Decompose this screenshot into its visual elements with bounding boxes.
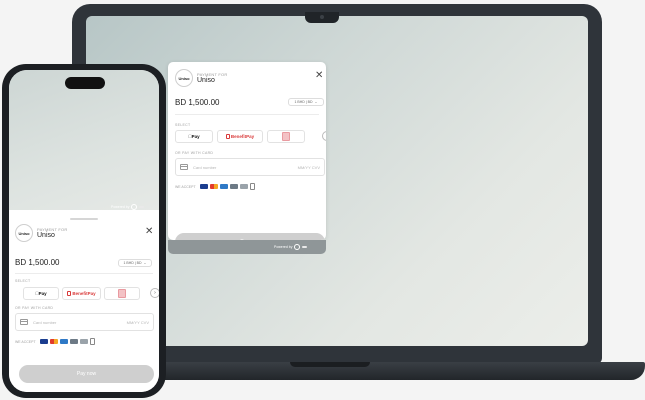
phone-card-number-placeholder: Card number	[33, 319, 57, 325]
phone-benefit-card-icon	[69, 339, 78, 344]
phone-we-accept-label: WE ACCEPT	[15, 339, 36, 344]
card-section-label: OR PAY WITH CARD	[175, 151, 214, 155]
apple-pay-label: Pay	[189, 134, 200, 139]
card-wallet-button[interactable]	[267, 130, 305, 143]
phone-provider-wordmark	[139, 206, 145, 208]
phone-screen: Powered by Uniso PAYMENT FOR Uniso ✕ BD …	[9, 70, 159, 392]
phone-benefit-pay-icon	[67, 291, 72, 296]
phone-powered-bar: Powered by	[9, 200, 159, 214]
sheet-drag-handle[interactable]	[70, 218, 98, 220]
phone-card-number-input[interactable]: Card number MM/YY CVV	[15, 313, 154, 331]
close-icon[interactable]: ✕	[315, 71, 323, 81]
phone-currency-selector-label: 1 BHD | BD	[123, 261, 142, 265]
chevron-down-icon: ⌄	[314, 100, 318, 104]
phone-merchant-header: Uniso PAYMENT FOR Uniso	[15, 224, 67, 242]
phone-provider-logo-icon	[131, 204, 138, 210]
phone-accepted-cards: WE ACCEPT	[15, 338, 95, 345]
phone-payment-sheet: Uniso PAYMENT FOR Uniso ✕ BD 1,500.00 1 …	[9, 214, 159, 392]
powered-by: Powered by	[274, 244, 308, 250]
benefit-pay-label: BenefitPay	[230, 134, 255, 139]
phone-chevron-down-icon: ⌄	[143, 261, 147, 265]
currency-selector-label: 1 BHD | BD	[294, 100, 313, 104]
benefit-pay-icon	[225, 134, 230, 139]
provider-logo-icon	[294, 244, 301, 250]
phone-apple-pay-label: Pay	[36, 291, 47, 296]
phone-powered-by: Powered by	[111, 204, 145, 210]
desktop-powered-footer: Powered by	[168, 240, 326, 254]
card-number-placeholder: Card number	[193, 164, 217, 170]
phone-pay-now-label: Pay now	[76, 371, 97, 377]
visa-icon	[199, 184, 208, 189]
other-card-icon	[249, 183, 255, 190]
generic-card-icon	[239, 184, 248, 189]
phone-chevron-right-icon[interactable]: ›	[150, 288, 159, 298]
phone-card-wallet-icon	[118, 289, 126, 298]
phone-card-wallet-button[interactable]	[104, 287, 140, 300]
phone-card-section-label: OR PAY WITH CARD	[15, 306, 54, 310]
phone-credit-card-icon	[20, 319, 28, 325]
phone-card-expiry-cvv-placeholder: MM/YY CVV	[126, 319, 149, 325]
divider	[175, 114, 319, 115]
benefit-card-icon	[229, 184, 238, 189]
phone-payment-methods-label: SELECT	[15, 279, 31, 283]
phone-visa-icon	[39, 339, 48, 344]
currency-selector[interactable]: 1 BHD | BD ⌄	[288, 98, 324, 106]
merchant-logo-text: Uniso	[178, 75, 190, 81]
phone-powered-by-label: Powered by	[111, 205, 130, 209]
provider-wordmark	[302, 246, 308, 248]
laptop-camera-notch	[305, 12, 339, 23]
merchant-logo: Uniso	[175, 69, 193, 87]
apple-pay-button[interactable]: Pay	[175, 130, 213, 143]
phone-mastercard-icon	[49, 339, 58, 344]
phone-merchant-name: Uniso	[37, 232, 55, 239]
phone-device: Powered by Uniso PAYMENT FOR Uniso ✕ BD …	[2, 64, 166, 398]
payment-amount: BD 1,500.00	[175, 98, 220, 107]
pay-now-button[interactable]: Pay now	[175, 233, 325, 240]
accepted-cards: WE ACCEPT	[175, 183, 255, 190]
amex-icon	[219, 184, 228, 189]
card-expiry-cvv-placeholder: MM/YY CVV	[297, 164, 320, 170]
phone-other-card-icon	[89, 338, 95, 345]
phone-benefit-pay-label: BenefitPay	[72, 291, 96, 296]
credit-card-icon	[180, 164, 188, 170]
phone-merchant-logo: Uniso	[15, 224, 33, 242]
phone-amex-icon	[59, 339, 68, 344]
phone-dynamic-island	[65, 77, 105, 89]
phone-currency-selector[interactable]: 1 BHD | BD ⌄	[118, 259, 152, 267]
we-accept-label: WE ACCEPT	[175, 184, 196, 189]
phone-generic-card-icon	[79, 339, 88, 344]
device-showcase: Uniso PAYMENT FOR Uniso ✕ BD 1,500.00 1 …	[0, 0, 645, 400]
phone-merchant-logo-text: Uniso	[18, 230, 30, 236]
phone-payment-amount: BD 1,500.00	[15, 258, 60, 267]
mastercard-icon	[209, 184, 218, 189]
powered-by-label: Powered by	[274, 245, 293, 249]
payment-methods-label: SELECT	[175, 123, 191, 127]
phone-divider	[15, 273, 153, 274]
chevron-right-icon[interactable]: ›	[322, 131, 326, 141]
card-wallet-icon	[282, 132, 290, 141]
phone-pay-now-button[interactable]: Pay now	[19, 365, 154, 383]
phone-close-icon[interactable]: ✕	[145, 227, 153, 237]
phone-benefit-pay-button[interactable]: BenefitPay	[62, 287, 101, 300]
merchant-header: Uniso PAYMENT FOR Uniso	[175, 69, 227, 87]
card-number-input[interactable]: Card number MM/YY CVV	[175, 158, 325, 176]
merchant-name: Uniso	[197, 77, 215, 84]
desktop-payment-modal: Uniso PAYMENT FOR Uniso ✕ BD 1,500.00 1 …	[168, 62, 326, 240]
phone-apple-pay-button[interactable]: Pay	[23, 287, 59, 300]
benefit-pay-button[interactable]: BenefitPay	[217, 130, 263, 143]
laptop-base-groove	[290, 362, 370, 367]
phone-background	[9, 70, 159, 210]
